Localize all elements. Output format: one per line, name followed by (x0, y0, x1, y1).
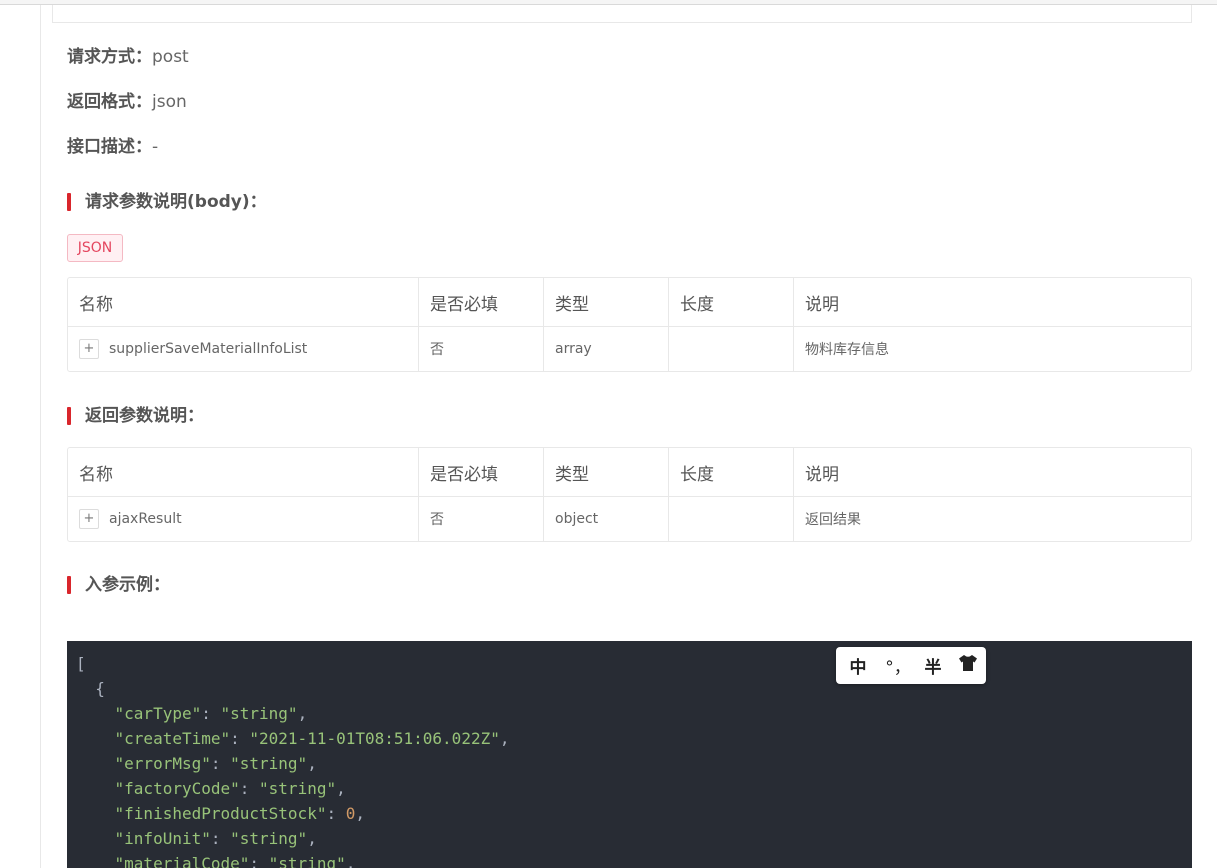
cell-length (669, 327, 794, 371)
ime-width-toggle[interactable]: 半 (916, 653, 950, 678)
table-header-row: 名称 是否必填 类型 长度 说明 (68, 448, 1191, 497)
cell-length (669, 497, 794, 541)
table-row: + ajaxResult 否 object 返回结果 (68, 497, 1191, 541)
cell-type: array (544, 327, 669, 371)
request-params-title: 请求参数说明(body)： (67, 191, 267, 213)
response-params-table: 名称 是否必填 类型 长度 说明 + ajaxResult 否 object 返… (67, 447, 1192, 542)
code-key: "finishedProductStock" (114, 804, 327, 823)
cell-description: 物料库存信息 (805, 342, 889, 358)
api-description-value: - (152, 137, 159, 157)
code-key: "carType" (114, 704, 202, 723)
open-bracket: [ (76, 654, 86, 673)
code-value: "string" (230, 754, 308, 773)
code-block[interactable]: [ { "carType": "string", "createTime": "… (67, 641, 1192, 868)
code-line: "createTime": "2021-11-01T08:51:06.022Z"… (114, 729, 510, 748)
code-line: "errorMsg": "string", (114, 754, 317, 773)
code-key: "factoryCode" (114, 779, 240, 798)
open-brace: { (95, 679, 105, 698)
ime-toolbar[interactable]: 中 °， 半 (836, 647, 986, 684)
code-key: "errorMsg" (114, 754, 211, 773)
response-format-row: 返回格式：json (67, 91, 187, 113)
cell-required: 否 (419, 497, 544, 541)
cell-name: + supplierSaveMaterialInfoList (68, 327, 419, 371)
col-header-name: 名称 (68, 278, 419, 326)
ime-punctuation-toggle[interactable]: °， (880, 653, 916, 678)
col-header-required: 是否必填 (419, 448, 544, 496)
code-line: "carType": "string", (114, 704, 308, 723)
code-line: "finishedProductStock": 0, (114, 804, 365, 823)
col-header-name: 名称 (68, 448, 419, 496)
response-params-title: 返回参数说明： (67, 405, 204, 427)
shirt-icon[interactable] (950, 654, 986, 677)
ime-language-toggle[interactable]: 中 (836, 653, 880, 678)
api-description-row: 接口描述：- (67, 136, 158, 158)
col-header-description: 说明 (805, 464, 839, 485)
cell-type: object (544, 497, 669, 541)
request-method-value: post (152, 47, 189, 67)
code-line: "infoUnit": "string", (114, 829, 317, 848)
previous-panel-bottom (52, 5, 1192, 23)
col-header-length: 长度 (669, 278, 794, 326)
expand-row-button[interactable]: + (79, 339, 99, 359)
code-key: "createTime" (114, 729, 231, 748)
table-header-row: 名称 是否必填 类型 长度 说明 (68, 278, 1191, 327)
table-row: + supplierSaveMaterialInfoList 否 array 物… (68, 327, 1191, 371)
request-params-table: 名称 是否必填 类型 长度 说明 + supplierSaveMaterialI… (67, 277, 1192, 372)
api-description-label: 接口描述： (67, 137, 152, 157)
response-format-label: 返回格式： (67, 92, 152, 112)
param-name: ajaxResult (109, 511, 182, 527)
code-line: [ (76, 651, 1192, 676)
code-value: 0 (345, 804, 356, 823)
code-line: { (76, 676, 1192, 701)
expand-row-button[interactable]: + (79, 509, 99, 529)
json-tag: JSON (67, 234, 123, 262)
code-key: "materialCode" (114, 854, 250, 868)
example-title: 入参示例： (67, 574, 170, 596)
code-value: "2021-11-01T08:51:06.022Z" (249, 729, 500, 748)
cell-description: 返回结果 (805, 512, 861, 528)
col-header-type: 类型 (544, 278, 669, 326)
param-name: supplierSaveMaterialInfoList (109, 341, 308, 357)
col-header-length: 长度 (669, 448, 794, 496)
col-header-type: 类型 (544, 448, 669, 496)
code-line: "factoryCode": "string", (114, 779, 346, 798)
code-value: "string" (268, 854, 346, 868)
response-format-value: json (152, 92, 187, 112)
left-border (40, 5, 41, 868)
code-fields: "carType": "string", "createTime": "2021… (76, 701, 1192, 868)
request-method-row: 请求方式：post (67, 46, 189, 68)
cell-name: + ajaxResult (68, 497, 419, 541)
col-header-description: 说明 (805, 294, 839, 315)
request-method-label: 请求方式： (67, 47, 152, 67)
cell-required: 否 (419, 327, 544, 371)
code-line: "materialCode": "string", (76, 851, 1192, 868)
code-value: "string" (230, 829, 308, 848)
col-header-required: 是否必填 (419, 278, 544, 326)
code-value: "string" (220, 704, 298, 723)
code-key: "infoUnit" (114, 829, 211, 848)
code-value: "string" (259, 779, 337, 798)
